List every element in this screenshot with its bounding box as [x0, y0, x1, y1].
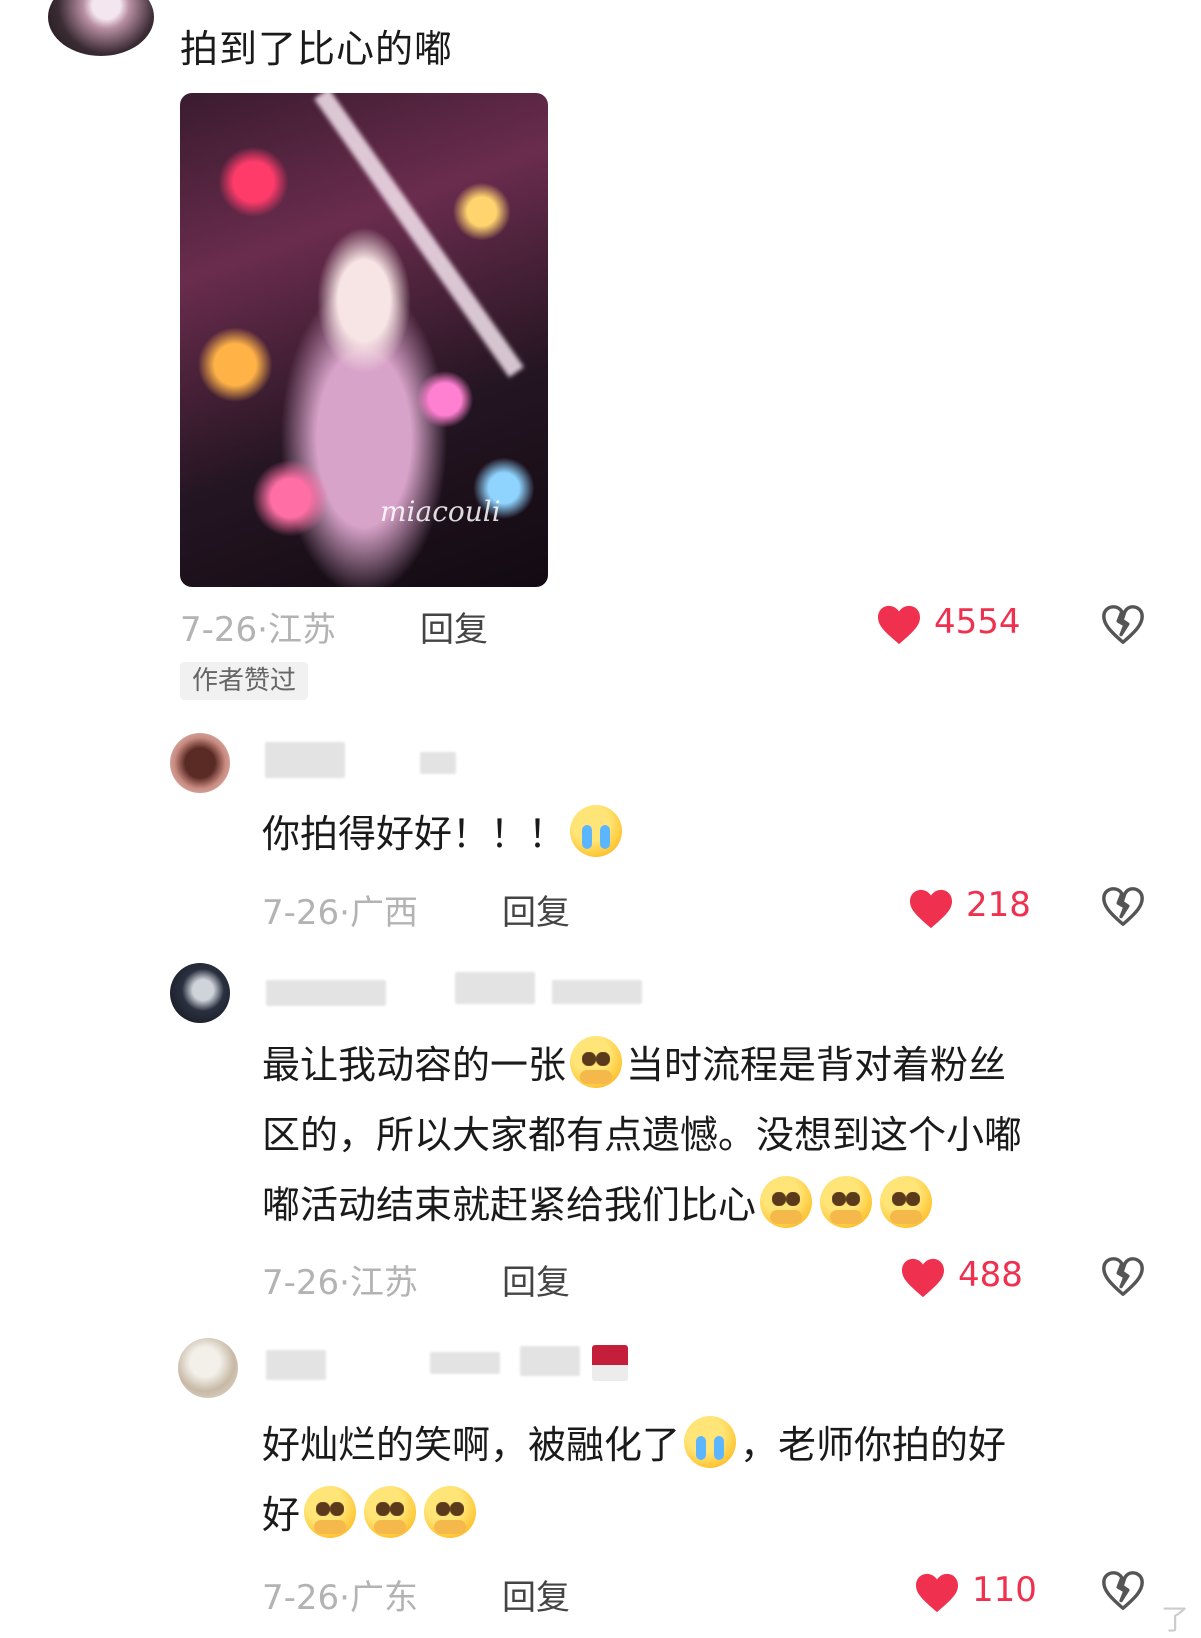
reply-text: 你拍得好好！！！	[262, 799, 626, 869]
comment-text: 拍到了比心的嘟	[180, 27, 454, 71]
reply-text: 最让我动容的一张 当时流程是背对着粉丝 区的，所以大家都有点遗憾。没想到这个小嘟 …	[262, 1030, 1162, 1240]
pleading-face-icon	[424, 1486, 477, 1538]
avatar[interactable]	[170, 733, 230, 793]
avatar[interactable]	[48, 0, 154, 56]
user-tag-blurred	[455, 972, 535, 1004]
badge-icon	[592, 1345, 628, 1381]
heart-icon[interactable]	[908, 888, 954, 930]
dislike-icon[interactable]	[1100, 1254, 1146, 1300]
username-blurred	[266, 980, 386, 1006]
dislike-icon[interactable]	[1100, 602, 1146, 648]
reply-meta: 7-26·广东	[262, 1578, 418, 1618]
reply-button[interactable]: 回复	[502, 1255, 570, 1304]
crying-face-icon	[570, 805, 623, 857]
user-tag-blurred	[420, 752, 456, 774]
heart-icon[interactable]	[914, 1572, 960, 1614]
username-blurred	[265, 742, 345, 778]
like-count: 218	[966, 885, 1031, 925]
reply-button[interactable]: 回复	[502, 885, 570, 934]
user-tag-blurred	[520, 1346, 580, 1376]
dislike-icon[interactable]	[1100, 1568, 1146, 1614]
dislike-icon[interactable]	[1100, 884, 1146, 930]
like-count: 110	[972, 1570, 1037, 1610]
stage-light-beam	[314, 93, 524, 378]
like-count: 4554	[934, 602, 1021, 642]
like-count: 488	[958, 1255, 1023, 1295]
reply-button[interactable]: 回复	[502, 1570, 570, 1619]
pleading-face-icon	[364, 1486, 417, 1538]
photo-watermark: miacouli	[380, 495, 501, 528]
pleading-face-icon	[570, 1036, 623, 1088]
pleading-face-icon	[880, 1176, 933, 1228]
pleading-face-icon	[760, 1176, 813, 1228]
watermark-text: 了	[1160, 1603, 1189, 1636]
user-tag-blurred	[430, 1352, 500, 1374]
crying-face-icon	[684, 1416, 737, 1468]
user-tag-blurred	[552, 980, 642, 1004]
reply-text: 好灿烂的笑啊，被融化了 ，老师你拍的好 好	[262, 1410, 1162, 1550]
pleading-face-icon	[304, 1486, 357, 1538]
comment-photo[interactable]: miacouli	[180, 93, 548, 587]
username-blurred	[266, 1350, 326, 1380]
comment-meta: 7-26·江苏	[180, 610, 336, 650]
avatar[interactable]	[178, 1338, 238, 1398]
author-liked-badge: 作者赞过	[180, 662, 309, 700]
reply-meta: 7-26·江苏	[262, 1263, 418, 1303]
heart-icon[interactable]	[876, 604, 922, 646]
avatar[interactable]	[170, 963, 230, 1023]
reply-meta: 7-26·广西	[262, 893, 418, 933]
reply-button[interactable]: 回复	[420, 602, 488, 651]
heart-icon[interactable]	[900, 1257, 946, 1299]
pleading-face-icon	[820, 1176, 873, 1228]
